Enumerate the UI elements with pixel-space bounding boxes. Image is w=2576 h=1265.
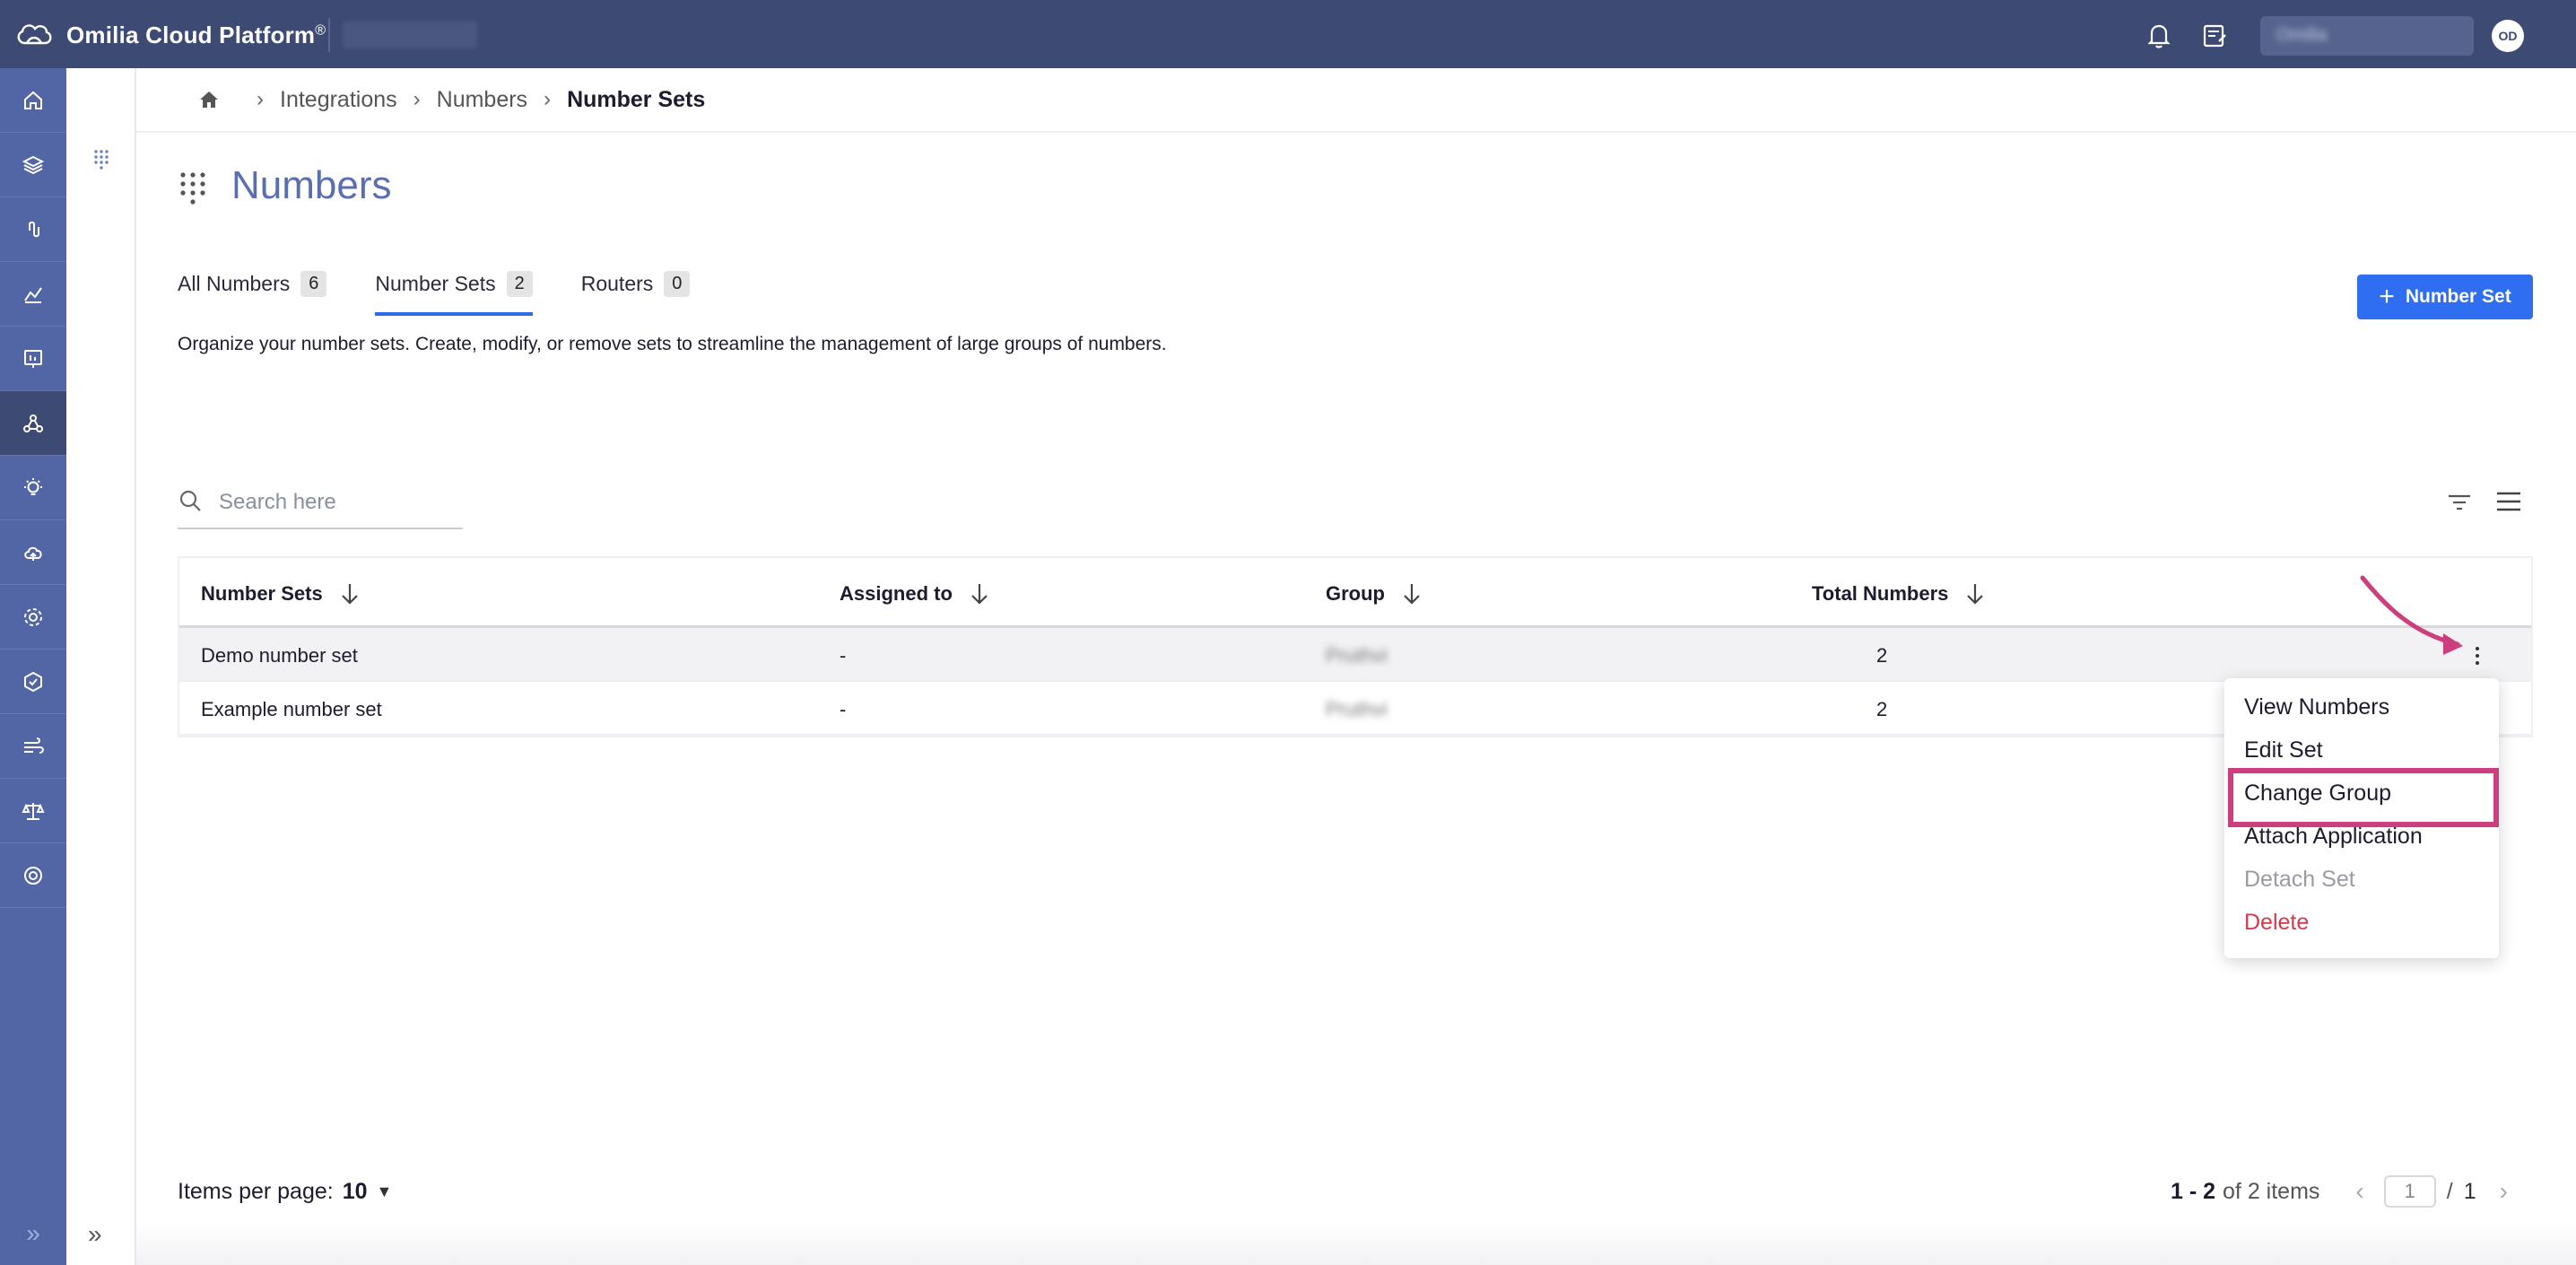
cell-total: 2 — [1876, 644, 1888, 667]
clip-icon[interactable] — [0, 197, 66, 262]
breadcrumb-separator: › — [544, 87, 552, 111]
bottom-edge — [136, 1220, 2576, 1265]
tab-routers[interactable]: Routers 0 — [581, 260, 691, 307]
menu-item-attach-application[interactable]: Attach Application — [2244, 824, 2423, 850]
plus-icon: + — [2379, 282, 2395, 311]
cell-name: Demo number set — [201, 644, 358, 667]
dialpad-icon — [180, 172, 205, 205]
pagination-range: 1 - 2 — [2171, 1178, 2216, 1204]
page-title: Numbers — [231, 163, 392, 207]
home-icon[interactable] — [0, 68, 66, 133]
presentation-icon[interactable] — [0, 327, 66, 391]
column-header-total-numbers[interactable]: Total Numbers — [1812, 581, 1986, 606]
analytics-icon[interactable] — [0, 262, 66, 327]
table-row[interactable]: Demo number set - Pruthvi 2 — [179, 628, 2531, 682]
cloud-upload-icon[interactable] — [0, 520, 66, 585]
workspace-selector[interactable] — [343, 22, 477, 48]
cloud-logo-icon[interactable] — [14, 20, 54, 48]
sort-arrow-icon[interactable] — [1964, 581, 1986, 606]
expand-subrail-icon[interactable]: » — [88, 1220, 102, 1249]
menu-item-delete[interactable]: Delete — [2244, 910, 2309, 936]
column-header-group[interactable]: Group — [1326, 581, 1423, 606]
cell-name: Example number set — [201, 698, 382, 720]
chevron-right-icon[interactable]: › — [2500, 1177, 2508, 1206]
total-pages: 1 — [2463, 1178, 2476, 1204]
chevron-left-icon[interactable]: ‹ — [2355, 1177, 2363, 1206]
pagination: 1 - 2 of 2 items ‹ 1 / 1 › — [2171, 1175, 2508, 1208]
breadcrumb-separator: › — [257, 87, 264, 111]
tab-all-numbers[interactable]: All Numbers 6 — [178, 260, 327, 307]
wind-icon[interactable] — [0, 714, 66, 779]
search-input[interactable] — [219, 488, 452, 517]
menu-item-detach-set: Detach Set — [2244, 867, 2355, 892]
search-box — [178, 481, 463, 529]
top-bar: Omilia Cloud Platform® Omilia OD — [0, 0, 2576, 68]
settings-icon[interactable] — [0, 585, 66, 650]
notes-icon[interactable] — [2199, 20, 2230, 50]
expand-rail-icon[interactable]: » — [0, 1202, 66, 1265]
sort-arrow-icon[interactable] — [969, 581, 990, 606]
breadcrumb-numbers[interactable]: Numbers — [437, 87, 527, 113]
cell-assigned: - — [840, 698, 847, 720]
breadcrumb: › Integrations › Numbers › Number Sets — [136, 68, 2576, 133]
tab-label: All Numbers — [178, 271, 291, 295]
table-header: Number Sets Assigned to Group Total Numb… — [179, 558, 2531, 628]
page-description: Organize your number sets. Create, modif… — [178, 334, 1167, 354]
items-per-page[interactable]: Items per page: 10 ▼ — [178, 1179, 392, 1205]
page-separator: / — [2446, 1178, 2453, 1204]
cell-group: Pruthvi — [1326, 698, 1388, 720]
app-title[interactable]: Omilia Cloud Platform® — [66, 22, 326, 49]
bulb-icon[interactable] — [0, 456, 66, 520]
breadcrumb-separator: › — [413, 87, 421, 111]
sort-arrow-icon[interactable] — [339, 581, 361, 606]
sort-arrow-icon[interactable] — [1401, 581, 1423, 606]
home-icon[interactable] — [197, 88, 221, 111]
tab-label: Number Sets — [375, 271, 496, 295]
pagination-total: of 2 items — [2223, 1178, 2320, 1204]
bell-icon[interactable] — [2144, 20, 2174, 50]
tab-number-sets[interactable]: Number Sets 2 — [375, 260, 534, 316]
dialpad-icon[interactable] — [90, 147, 113, 170]
page-number-input[interactable]: 1 — [2383, 1175, 2436, 1208]
number-sets-table: Number Sets Assigned to Group Total Numb… — [178, 556, 2533, 737]
support-icon[interactable] — [0, 843, 66, 908]
column-header-number-sets[interactable]: Number Sets — [201, 581, 361, 606]
main-nav-rail: » — [0, 68, 66, 1265]
add-button-label: Number Set — [2405, 286, 2511, 307]
secondary-nav-rail: » — [66, 68, 136, 1265]
column-header-assigned-to[interactable]: Assigned to — [840, 581, 990, 606]
layers-icon[interactable] — [0, 133, 66, 197]
menu-item-edit-set[interactable]: Edit Set — [2244, 737, 2323, 763]
annotation-highlight-box — [2228, 768, 2499, 827]
caret-down-icon[interactable]: ▼ — [377, 1182, 393, 1201]
topbar-divider — [328, 18, 330, 52]
cell-assigned: - — [840, 644, 847, 667]
annotation-arrow-icon — [2360, 575, 2463, 655]
integrations-icon[interactable] — [0, 391, 66, 456]
tab-count-badge: 2 — [506, 270, 533, 297]
shield-icon[interactable] — [0, 650, 66, 714]
cell-total: 2 — [1876, 698, 1888, 720]
items-per-page-value: 10 — [342, 1179, 368, 1204]
filter-icon[interactable] — [2445, 488, 2474, 517]
avatar[interactable]: OD — [2492, 20, 2524, 52]
items-per-page-label: Items per page: — [178, 1179, 334, 1204]
search-icon — [179, 490, 201, 511]
menu-item-view-numbers[interactable]: View Numbers — [2244, 694, 2389, 720]
breadcrumb-integrations[interactable]: Integrations — [280, 87, 397, 113]
scales-icon[interactable] — [0, 779, 66, 843]
tab-label: Routers — [580, 271, 654, 295]
add-number-set-button[interactable]: + Number Set — [2357, 275, 2533, 319]
column-settings-icon[interactable] — [2493, 486, 2524, 517]
user-menu[interactable]: Omilia — [2260, 16, 2474, 56]
cell-group: Pruthvi — [1326, 644, 1388, 667]
tab-count-badge: 0 — [664, 270, 691, 297]
breadcrumb-current: Number Sets — [567, 86, 706, 112]
tab-count-badge: 6 — [300, 270, 327, 297]
tabs: All Numbers 6 Number Sets 2 Routers 0 — [178, 260, 738, 316]
table-row[interactable]: Example number set - Pruthvi 2 — [179, 682, 2531, 736]
